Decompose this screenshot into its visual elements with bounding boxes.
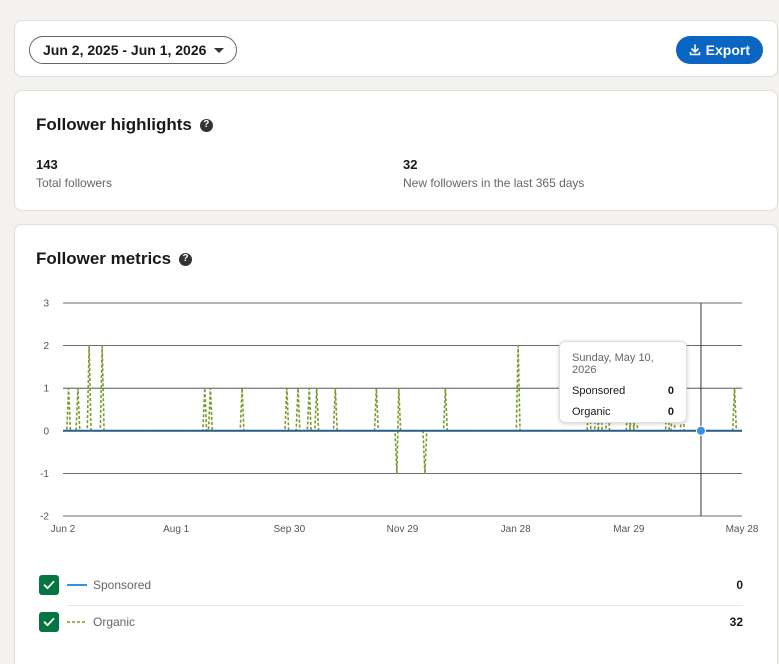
tooltip-row-sponsored: Sponsored 0 (572, 385, 674, 397)
x-tick-label: Mar 29 (613, 524, 645, 535)
legend-name-sponsored: Sponsored (93, 578, 152, 592)
y-tick-label: 1 (43, 384, 49, 395)
checkmark-icon (43, 617, 55, 627)
toolbar-card: Jun 2, 2025 - Jun 1, 2026 Export (14, 20, 778, 77)
legend-total-sponsored: 0 (736, 578, 743, 592)
organic-checkbox[interactable] (39, 612, 59, 632)
follower-metrics-card: Follower metrics ? 3 2 1 0 -1 -2 Jun 2 Aug 1 Sep… (14, 224, 778, 664)
highlights-title: Follower highlights (36, 115, 192, 134)
new-followers-value: 32 (403, 157, 418, 172)
y-tick-label: -1 (40, 469, 49, 480)
export-button[interactable]: Export (675, 36, 763, 64)
tooltip-series-value: 0 (667, 406, 674, 418)
tooltip-series-name: Sponsored (572, 385, 626, 397)
tooltip-series-name: Organic (572, 406, 611, 418)
help-icon[interactable]: ? (199, 118, 213, 132)
total-followers-value: 143 (36, 157, 58, 172)
tooltip-row-organic: Organic 0 (572, 406, 674, 418)
follower-highlights-card: Follower highlights ? 143 Total follower… (14, 90, 778, 211)
x-tick-label: Nov 29 (387, 524, 419, 535)
x-tick-label: Jun 2 (51, 524, 76, 535)
checkmark-icon (43, 580, 55, 590)
total-followers-label: Total followers (36, 176, 113, 190)
organic-line-swatch (67, 621, 87, 623)
x-tick-label: May 28 (726, 524, 759, 535)
y-tick-label: -2 (40, 512, 49, 523)
legend-name-organic: Organic (93, 615, 136, 629)
chart-tooltip: Sunday, May 10, 2026 Sponsored 0 Organic… (559, 341, 687, 423)
download-icon (689, 44, 700, 56)
y-tick-label: 3 (43, 299, 49, 310)
highlights-title-row: Follower highlights ? (36, 115, 213, 135)
legend-total-organic: 32 (729, 615, 743, 629)
y-tick-label: 2 (43, 341, 49, 352)
legend-row-organic: Organic 32 (39, 606, 743, 638)
caret-down-icon (214, 48, 225, 53)
tooltip-series-value: 0 (667, 385, 674, 397)
sponsored-checkbox[interactable] (39, 575, 59, 595)
tooltip-date: Sunday, May 10, 2026 (572, 352, 654, 376)
y-tick-label: 0 (43, 426, 49, 437)
date-range-dropdown[interactable]: Jun 2, 2025 - Jun 1, 2026 (29, 36, 238, 64)
sponsored-line-swatch (67, 584, 87, 586)
legend-row-sponsored: Sponsored 0 (39, 569, 743, 601)
new-followers-label: New followers in the last 365 days (403, 176, 585, 190)
export-label: Export (705, 42, 750, 58)
hover-point (695, 425, 706, 436)
x-tick-label: Jan 28 (501, 524, 531, 535)
x-tick-label: Sep 30 (273, 524, 305, 535)
date-range-label: Jun 2, 2025 - Jun 1, 2026 (43, 42, 207, 58)
x-tick-label: Aug 1 (163, 524, 190, 535)
